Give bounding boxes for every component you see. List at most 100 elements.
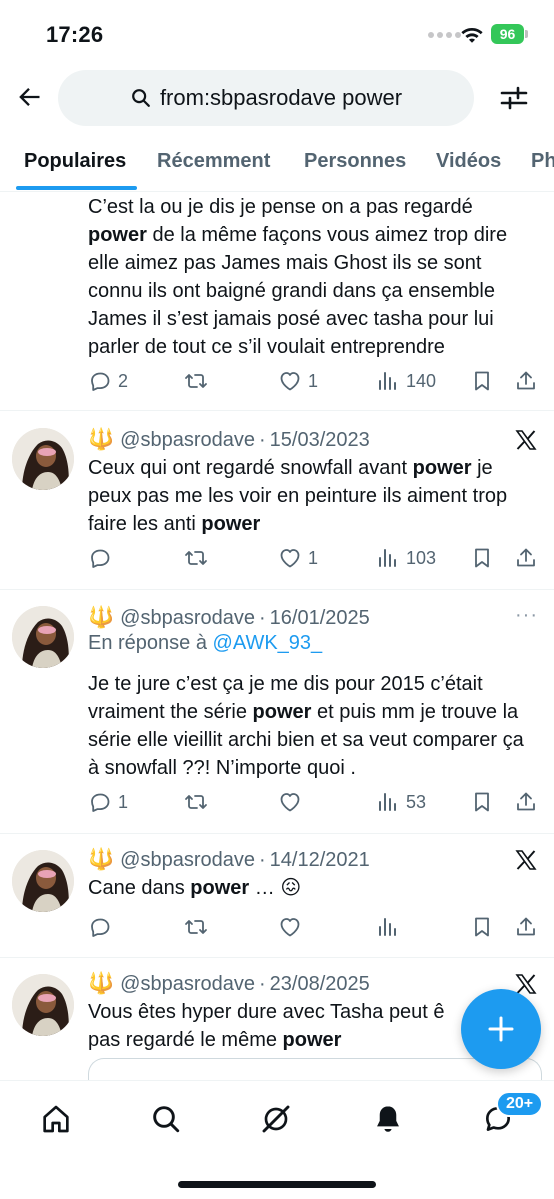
tab-photos[interactable]: Ph xyxy=(531,150,554,173)
tweet-text: Ceux qui ont regardé snowfall avant powe… xyxy=(88,457,508,535)
tab-active-indicator xyxy=(16,186,137,190)
tweet-date[interactable]: 14/12/2021 xyxy=(270,849,370,872)
share-button[interactable] xyxy=(514,366,538,396)
avatar[interactable] xyxy=(12,606,74,668)
views-count: 103 xyxy=(406,547,437,568)
heart-icon xyxy=(280,549,300,568)
retweet-button[interactable] xyxy=(184,912,208,942)
like-count: 1 xyxy=(308,547,319,568)
reply-button[interactable] xyxy=(88,912,112,942)
bookmark-icon xyxy=(475,548,489,568)
heart-icon xyxy=(280,372,300,391)
reply-icon xyxy=(91,372,110,391)
like-button[interactable] xyxy=(278,912,302,942)
share-button[interactable] xyxy=(514,912,538,942)
tweet-item[interactable]: 🔱 @sbpasrodave · 14/12/2021 Cane dans po… xyxy=(0,834,554,958)
back-button[interactable] xyxy=(12,80,46,114)
reply-prefix: En réponse à xyxy=(88,632,207,654)
filter-button[interactable] xyxy=(496,80,532,116)
tweet-header: 🔱 @sbpasrodave · 23/08/2025 xyxy=(88,972,370,996)
tab-personnes[interactable]: Personnes xyxy=(304,150,406,173)
search-input[interactable]: from:sbpasrodave power xyxy=(58,70,474,126)
views-icon xyxy=(379,372,396,390)
views-icon xyxy=(379,549,396,567)
tweet-date[interactable]: 23/08/2025 xyxy=(270,973,370,996)
avatar[interactable] xyxy=(12,428,74,490)
battery-icon: 96 xyxy=(491,24,528,44)
tweet-feed[interactable]: C’est la ou je dis je pense on a pas reg… xyxy=(0,193,554,1080)
bookmark-button[interactable] xyxy=(470,366,494,396)
nav-grok[interactable] xyxy=(256,1099,296,1139)
views-button[interactable] xyxy=(376,912,400,942)
retweet-button[interactable] xyxy=(184,543,208,573)
avatar[interactable] xyxy=(12,974,74,1036)
home-indicator xyxy=(178,1181,376,1188)
compose-button[interactable] xyxy=(461,989,541,1069)
like-button[interactable] xyxy=(278,787,302,817)
tab-recemment[interactable]: Récemment xyxy=(157,150,270,173)
more-dots-icon[interactable]: ··· xyxy=(515,604,538,627)
tweet-item[interactable]: 🔱 @sbpasrodave · 15/03/2023 Ceux qui ont… xyxy=(0,412,554,590)
views-button[interactable]: 53 xyxy=(376,787,426,817)
tweet-date[interactable]: 15/03/2023 xyxy=(270,429,370,452)
avatar-photo xyxy=(12,974,74,1036)
trident-emoji: 🔱 xyxy=(88,606,115,629)
avatar-photo xyxy=(12,428,74,490)
reply-button[interactable]: 2 xyxy=(88,366,128,396)
status-bar: 17:26 96 xyxy=(0,0,554,66)
nav-notifications[interactable] xyxy=(368,1099,408,1139)
author-handle[interactable]: @sbpasrodave xyxy=(120,607,255,630)
retweet-button[interactable] xyxy=(184,366,208,396)
author-handle[interactable]: @sbpasrodave xyxy=(120,429,255,452)
bookmark-button[interactable] xyxy=(470,543,494,573)
share-icon xyxy=(517,792,535,811)
bookmark-button[interactable] xyxy=(470,787,494,817)
x-logo-icon[interactable] xyxy=(514,848,538,872)
avatar[interactable] xyxy=(12,850,74,912)
views-count: 140 xyxy=(406,370,437,391)
tweet-text: Je te jure c’est ça je me dis pour 2015 … xyxy=(88,673,524,779)
reply-button[interactable]: 1 xyxy=(88,787,128,817)
tweet-text: C’est la ou je dis je pense on a pas reg… xyxy=(88,196,508,358)
retweet-icon xyxy=(185,795,207,809)
nav-home[interactable] xyxy=(36,1099,76,1139)
search-header: from:sbpasrodave power xyxy=(0,68,554,130)
reply-icon xyxy=(91,793,110,812)
tweet-actions: 1 103 xyxy=(88,543,542,573)
tweet-date[interactable]: 16/01/2025 xyxy=(270,607,370,630)
share-button[interactable] xyxy=(514,543,538,573)
avatar-photo xyxy=(12,606,74,668)
reply-button[interactable] xyxy=(88,543,118,573)
filter-sliders-icon xyxy=(500,86,528,110)
author-handle[interactable]: @sbpasrodave xyxy=(120,973,255,996)
reply-context: En réponse à @AWK_93_ xyxy=(88,632,322,655)
trident-emoji: 🔱 xyxy=(88,848,115,871)
bookmark-icon xyxy=(475,792,489,812)
tab-populaires[interactable]: Populaires xyxy=(24,150,126,173)
search-tabs: Populaires Récemment Personnes Vidéos Ph xyxy=(0,134,554,192)
like-button[interactable]: 1 xyxy=(278,543,318,573)
like-button[interactable]: 1 xyxy=(278,366,318,396)
share-button[interactable] xyxy=(514,787,538,817)
views-button[interactable]: 140 xyxy=(376,366,436,396)
like-count: 1 xyxy=(308,370,319,391)
bookmark-button[interactable] xyxy=(470,912,494,942)
reply-mention[interactable]: @AWK_93_ xyxy=(213,632,323,654)
retweet-button[interactable] xyxy=(184,787,208,817)
author-handle[interactable]: @sbpasrodave xyxy=(120,849,255,872)
tweet-item[interactable]: C’est la ou je dis je pense on a pas reg… xyxy=(0,193,554,411)
x-logo-icon[interactable] xyxy=(514,428,538,452)
reply-icon xyxy=(91,918,110,937)
views-button[interactable]: 103 xyxy=(376,543,436,573)
heart-icon xyxy=(280,793,300,812)
bell-icon xyxy=(377,1106,399,1132)
quoted-tweet-card[interactable] xyxy=(88,1058,542,1080)
tab-videos[interactable]: Vidéos xyxy=(436,150,501,173)
share-icon xyxy=(517,371,535,390)
share-icon xyxy=(517,917,535,936)
retweet-icon xyxy=(185,374,207,388)
nav-explore[interactable] xyxy=(146,1099,186,1139)
grok-icon xyxy=(262,1105,290,1133)
tweet-text: Vous êtes hyper dure avec Tasha peut ê p… xyxy=(88,1001,445,1051)
tweet-item[interactable]: 🔱 @sbpasrodave · 16/01/2025 ··· En répon… xyxy=(0,590,554,834)
